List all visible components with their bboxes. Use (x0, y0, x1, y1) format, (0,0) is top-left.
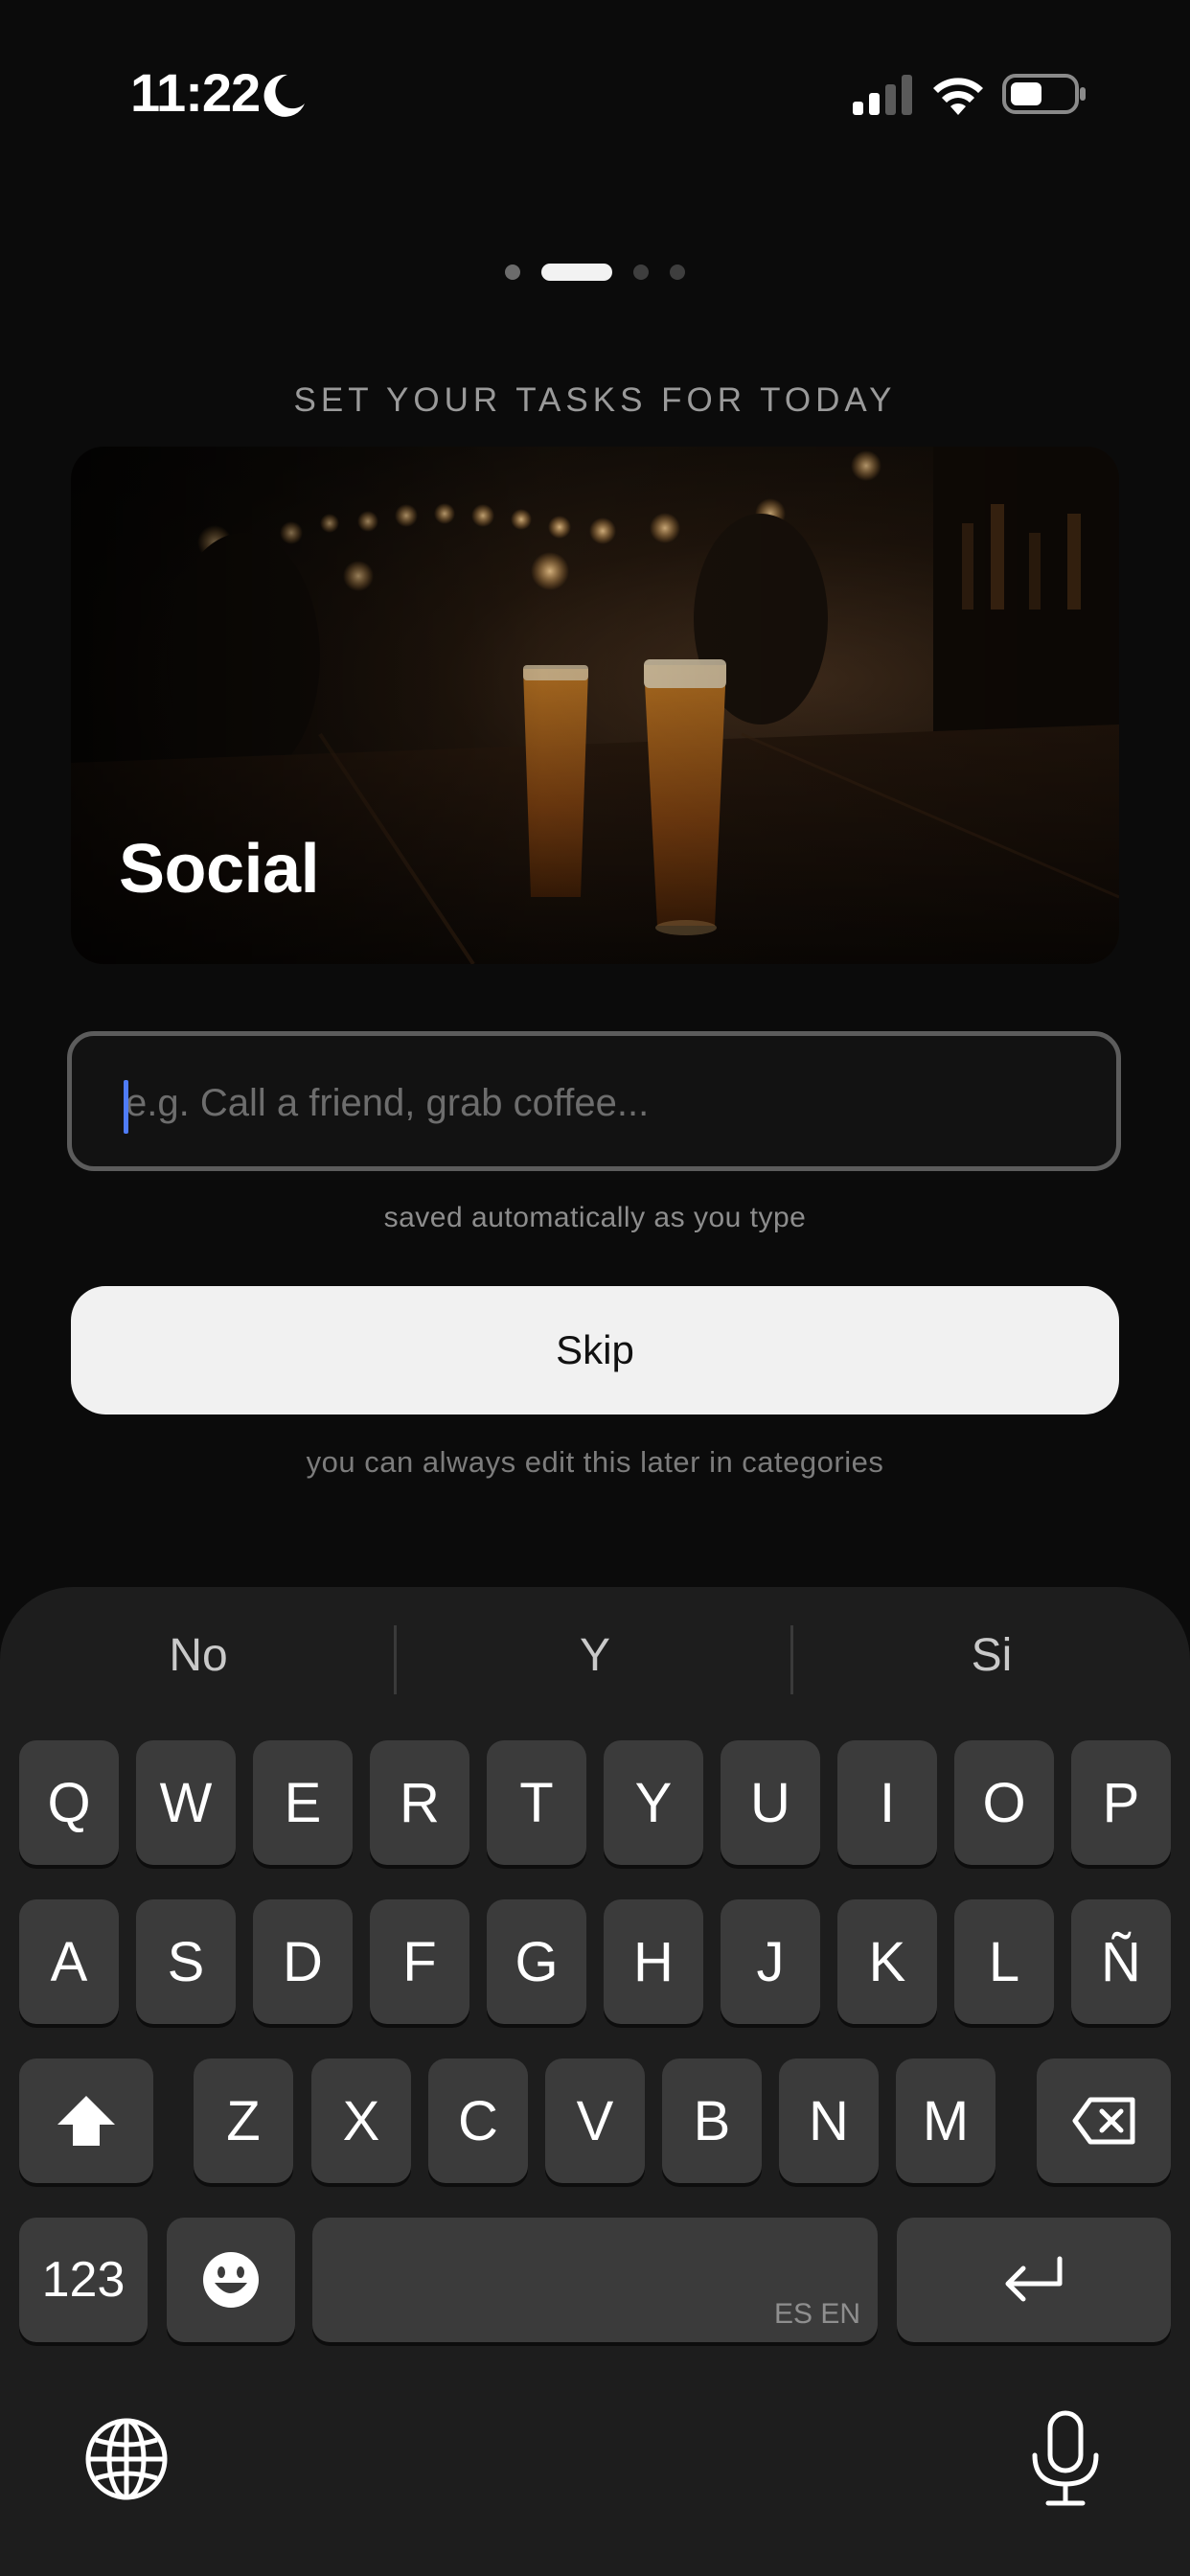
page-dot-active (541, 264, 612, 281)
emoji-icon (203, 2252, 259, 2308)
key-z[interactable]: Z (194, 2058, 293, 2183)
key-h[interactable]: H (604, 1899, 703, 2024)
key-o[interactable]: O (954, 1740, 1054, 1865)
space-key[interactable]: ES EN (312, 2218, 878, 2342)
task-input[interactable]: e.g. Call a friend, grab coffee... (67, 1031, 1121, 1171)
key-l[interactable]: L (954, 1899, 1054, 2024)
key-i[interactable]: I (837, 1740, 937, 1865)
key-n-tilde[interactable]: Ñ (1071, 1899, 1171, 2024)
suggestion-2[interactable]: Y (397, 1629, 793, 1687)
backspace-icon (1072, 2097, 1135, 2145)
backspace-key[interactable] (1037, 2058, 1171, 2183)
key-j[interactable]: J (721, 1899, 820, 2024)
task-input-placeholder: e.g. Call a friend, grab coffee... (126, 1082, 650, 1124)
key-m[interactable]: M (896, 2058, 995, 2183)
key-n[interactable]: N (779, 2058, 879, 2183)
key-k[interactable]: K (837, 1899, 937, 2024)
page-indicator (0, 261, 1190, 284)
shift-key[interactable] (19, 2058, 153, 2183)
page-dot (633, 264, 649, 280)
key-t[interactable]: T (487, 1740, 586, 1865)
key-s[interactable]: S (136, 1899, 236, 2024)
key-u[interactable]: U (721, 1740, 820, 1865)
key-w[interactable]: W (136, 1740, 236, 1865)
key-g[interactable]: G (487, 1899, 586, 2024)
key-a[interactable]: A (19, 1899, 119, 2024)
key-r[interactable]: R (370, 1740, 469, 1865)
microphone-icon[interactable] (1025, 2409, 1106, 2509)
wifi-icon (933, 78, 983, 115)
key-e[interactable]: E (253, 1740, 353, 1865)
cellular-signal-icon (853, 75, 912, 115)
key-p[interactable]: P (1071, 1740, 1171, 1865)
return-icon (1005, 2256, 1063, 2302)
key-q[interactable]: Q (19, 1740, 119, 1865)
page-title: SET YOUR TASKS FOR TODAY (293, 381, 897, 419)
numbers-key[interactable]: 123 (19, 2218, 148, 2342)
emoji-key[interactable] (167, 2218, 295, 2342)
space-language-label: ES EN (773, 2298, 860, 2330)
return-key[interactable] (897, 2218, 1171, 2342)
key-b[interactable]: B (662, 2058, 762, 2183)
autosave-hint: saved automatically as you type (383, 1202, 807, 1233)
key-y[interactable]: Y (604, 1740, 703, 1865)
category-label: Social (119, 831, 320, 908)
key-f[interactable]: F (370, 1899, 469, 2024)
key-d[interactable]: D (253, 1899, 353, 2024)
shift-icon (57, 2096, 115, 2146)
skip-button[interactable]: Skip (71, 1286, 1119, 1414)
category-card: Social (71, 447, 1119, 964)
page-dot (505, 264, 520, 280)
page-dot (670, 264, 685, 280)
text-caret (124, 1080, 128, 1134)
key-c[interactable]: C (428, 2058, 528, 2183)
status-time: 11:22 (130, 62, 261, 123)
key-x[interactable]: X (311, 2058, 411, 2183)
key-v[interactable]: V (545, 2058, 645, 2183)
globe-icon[interactable] (80, 2413, 172, 2505)
suggestion-1[interactable]: No (0, 1629, 397, 1687)
edit-later-hint: you can always edit this later in catego… (306, 1445, 884, 1479)
battery-icon (1002, 74, 1086, 114)
suggestion-3[interactable]: Si (793, 1629, 1190, 1687)
moon-icon (263, 74, 305, 117)
